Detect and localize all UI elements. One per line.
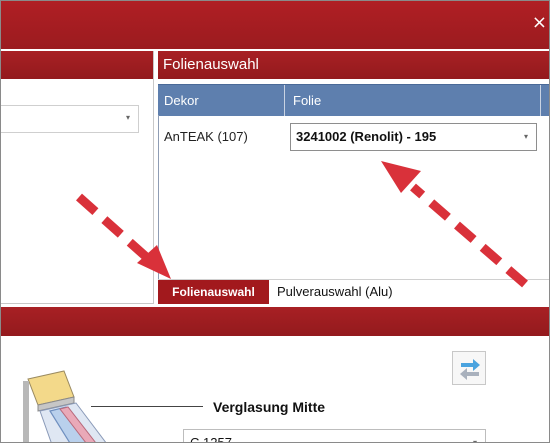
glazing-dropdown-value: C 1257 <box>190 435 232 443</box>
left-panel-header <box>1 51 153 79</box>
glazing-label: Verglasung Mitte <box>213 399 326 415</box>
foil-selection-panel: Folienauswahl Dekor Folie AnTEAK (107) 3… <box>158 51 549 304</box>
left-dropdown[interactable]: ▾ <box>1 105 139 133</box>
close-icon[interactable]: × <box>532 14 547 32</box>
chevron-down-icon: ▾ <box>523 132 528 141</box>
tab-folienauswahl[interactable]: Folienauswahl <box>158 280 269 304</box>
tab-bar: Folienauswahl Pulverauswahl (Alu) <box>158 279 549 304</box>
panel-title: Folienauswahl <box>158 51 549 79</box>
glazing-dropdown[interactable]: C 1257 ▾ <box>183 429 486 443</box>
window-glazing-illustration <box>23 370 107 442</box>
chevron-down-icon: ▾ <box>125 113 130 122</box>
swap-button[interactable] <box>452 351 486 385</box>
swap-arrows-icon <box>460 359 480 380</box>
grid-left-border <box>158 115 159 281</box>
folie-dropdown-value: 3241002 (Renolit) - 195 <box>296 129 437 144</box>
folie-dropdown[interactable]: 3241002 (Renolit) - 195 ▾ <box>290 123 537 151</box>
leader-line <box>91 406 203 407</box>
tab-pulverauswahl[interactable]: Pulverauswahl (Alu) <box>277 280 393 304</box>
left-panel: ▾ <box>1 51 154 304</box>
chevron-down-icon: ▾ <box>472 438 477 443</box>
cell-dekor: AnTEAK (107) <box>164 129 248 144</box>
section-header-band <box>1 307 549 336</box>
grid-header: Dekor Folie <box>158 84 549 116</box>
dialog-window: × ▾ Folienauswahl Dekor Folie AnTEAK (10… <box>0 0 550 443</box>
column-header-dekor[interactable]: Dekor <box>158 85 285 116</box>
column-header-folie[interactable]: Folie <box>286 85 541 116</box>
title-bar: × <box>1 1 549 49</box>
